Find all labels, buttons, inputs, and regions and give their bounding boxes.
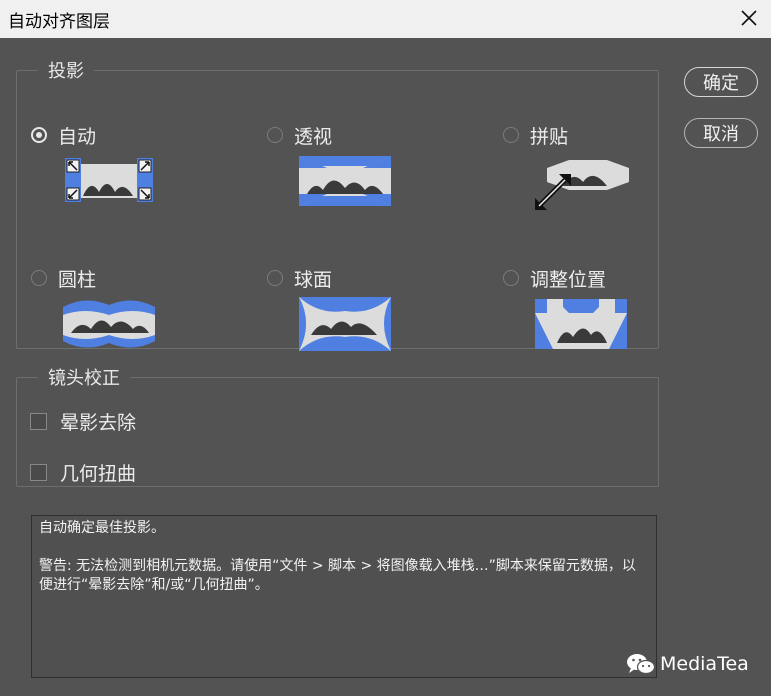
checkbox-distortion-box[interactable] bbox=[30, 464, 47, 481]
checkbox-vignette-removal[interactable]: 晕影去除 bbox=[30, 408, 136, 435]
spherical-projection-icon bbox=[299, 297, 391, 351]
ok-button[interactable]: 确定 bbox=[684, 67, 758, 97]
radio-cylindrical[interactable] bbox=[31, 270, 47, 286]
lens-correction-group: 镜头校正 晕影去除 几何扭曲 bbox=[16, 364, 659, 487]
projection-legend: 投影 bbox=[48, 61, 84, 82]
wechat-icon bbox=[627, 654, 656, 675]
option-reposition-label: 调整位置 bbox=[530, 268, 607, 291]
option-auto-label: 自动 bbox=[58, 125, 97, 148]
option-reposition-label-row[interactable]: 调整位置 bbox=[503, 266, 607, 291]
option-perspective-label-row[interactable]: 透视 bbox=[267, 123, 333, 148]
perspective-projection-icon bbox=[299, 156, 391, 206]
option-cylindrical-label-row[interactable]: 圆柱 bbox=[31, 266, 97, 291]
option-auto-label-row[interactable]: 自动 bbox=[31, 123, 97, 148]
checkbox-geometric-distortion[interactable]: 几何扭曲 bbox=[30, 459, 136, 486]
option-collage-label: 拼贴 bbox=[530, 125, 569, 148]
radio-perspective[interactable] bbox=[267, 127, 283, 143]
close-icon[interactable] bbox=[737, 6, 761, 30]
cancel-button[interactable]: 取消 bbox=[684, 118, 758, 148]
reposition-projection-icon bbox=[535, 299, 627, 349]
info-warning: 警告: 无法检测到相机元数据。请使用“文件 > 脚本 > 将图像载入堆栈…”脚本… bbox=[39, 558, 636, 593]
projection-group: 投影 自动 透视 拼贴 圆柱 球面 调整位置 bbox=[16, 57, 659, 351]
watermark-text: MediaTea bbox=[660, 653, 749, 675]
radio-reposition[interactable] bbox=[503, 270, 519, 286]
option-perspective-label: 透视 bbox=[294, 125, 333, 148]
option-spherical-label-row[interactable]: 球面 bbox=[267, 266, 333, 291]
option-spherical-label: 球面 bbox=[294, 268, 333, 291]
window-title: 自动对齐图层 bbox=[8, 12, 110, 32]
option-cylindrical-label: 圆柱 bbox=[58, 268, 97, 291]
radio-spherical[interactable] bbox=[267, 270, 283, 286]
cylindrical-projection-icon bbox=[63, 300, 155, 348]
lens-correction-legend: 镜头校正 bbox=[48, 368, 120, 389]
info-line-1: 自动确定最佳投影。 bbox=[39, 520, 165, 536]
collage-projection-icon bbox=[535, 160, 629, 210]
option-collage-label-row[interactable]: 拼贴 bbox=[503, 123, 569, 148]
checkbox-vignette-label: 晕影去除 bbox=[60, 412, 137, 434]
info-text-box: 自动确定最佳投影。 警告: 无法检测到相机元数据。请使用“文件 > 脚本 > 将… bbox=[31, 515, 657, 678]
checkbox-vignette-box[interactable] bbox=[30, 413, 47, 430]
radio-auto[interactable] bbox=[31, 127, 47, 143]
radio-collage[interactable] bbox=[503, 127, 519, 143]
title-bar: 自动对齐图层 bbox=[0, 0, 771, 38]
watermark: MediaTea bbox=[626, 652, 749, 676]
checkbox-distortion-label: 几何扭曲 bbox=[60, 463, 137, 485]
auto-projection-icon bbox=[65, 158, 153, 202]
